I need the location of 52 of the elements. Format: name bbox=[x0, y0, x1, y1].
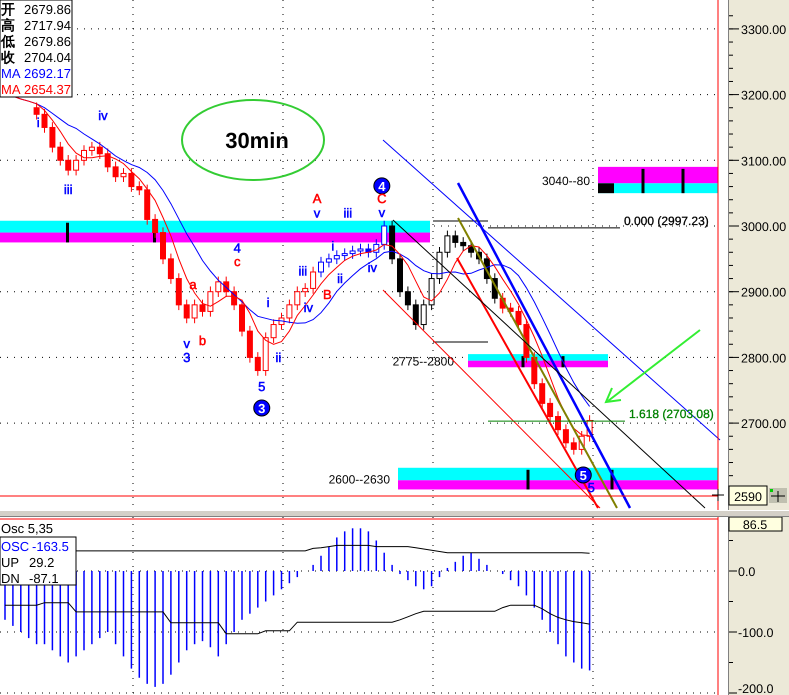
wave-label: 5 bbox=[258, 378, 266, 394]
wave-label: 3 bbox=[183, 350, 190, 365]
wave-label: a bbox=[189, 277, 197, 292]
oscillator-reading: OSC -163.5 bbox=[1, 539, 69, 554]
price-info-text: 收 2704.04 bbox=[1, 50, 71, 66]
wave-label: 4 bbox=[234, 240, 241, 256]
chart-title: 30min bbox=[225, 128, 289, 153]
wave-label: B bbox=[322, 286, 332, 302]
wave-label: A bbox=[312, 191, 322, 206]
wave-label: b bbox=[198, 332, 206, 348]
wave-marker: 5 bbox=[574, 466, 592, 484]
wave-label: ii bbox=[337, 271, 343, 286]
wave-label: i bbox=[36, 114, 40, 130]
wave-label: iii bbox=[298, 263, 308, 278]
zone-label: 2600--2630 bbox=[328, 472, 390, 487]
axis-label: 3300.00 bbox=[741, 22, 786, 37]
axis-label: 3000.00 bbox=[741, 220, 786, 234]
wave-label: iv bbox=[304, 300, 314, 316]
axis-label: 2900.00 bbox=[741, 286, 786, 300]
axis-label: 0.0 bbox=[738, 565, 756, 579]
wave-label: iv bbox=[368, 260, 378, 275]
oscillator-title: Osc 5,35 bbox=[1, 521, 54, 536]
wave-marker: 3 bbox=[253, 400, 270, 416]
wave-label: ii bbox=[275, 350, 282, 365]
wave-label: iii bbox=[64, 182, 73, 197]
price-info-text: MA 2692.17 bbox=[1, 66, 71, 81]
axis-label: -100.0 bbox=[738, 626, 774, 640]
oscillator-reading: UP 29.2 bbox=[1, 555, 54, 570]
wave-label: v bbox=[314, 205, 320, 220]
axis-label: 2700.00 bbox=[741, 417, 786, 432]
oscillator-top-tag: 86.5 bbox=[728, 517, 782, 532]
price-info-text: 开 2679.86 bbox=[1, 2, 71, 18]
price-info-text: 高 2717.94 bbox=[1, 18, 71, 34]
wave-label: iii bbox=[344, 205, 352, 220]
fibonacci-label: 0.000 (2997.23) bbox=[624, 214, 709, 228]
wave-label: c bbox=[234, 254, 240, 270]
axis-label: 3200.00 bbox=[741, 88, 786, 103]
current-price-tag: 2590 bbox=[728, 486, 768, 506]
oscillator-reading: DN -87.1 bbox=[1, 571, 59, 586]
zone-label: 2775--2800 bbox=[392, 354, 454, 369]
wave-label: i bbox=[331, 238, 334, 254]
axis-label: -200.0 bbox=[738, 682, 774, 695]
wave-label: v bbox=[378, 204, 386, 220]
wave-marker: 4 bbox=[373, 177, 390, 194]
price-info-text: 低 2679.86 bbox=[1, 34, 71, 50]
price-info-text: MA 2654.37 bbox=[1, 82, 71, 97]
wave-label: i bbox=[266, 294, 270, 310]
wave-label: v bbox=[183, 336, 190, 352]
axis-label: 2800.00 bbox=[741, 351, 786, 366]
zone-label: 3040--80 bbox=[542, 174, 590, 188]
axis-label: 3100.00 bbox=[741, 154, 786, 168]
wave-label: iv bbox=[98, 108, 108, 124]
